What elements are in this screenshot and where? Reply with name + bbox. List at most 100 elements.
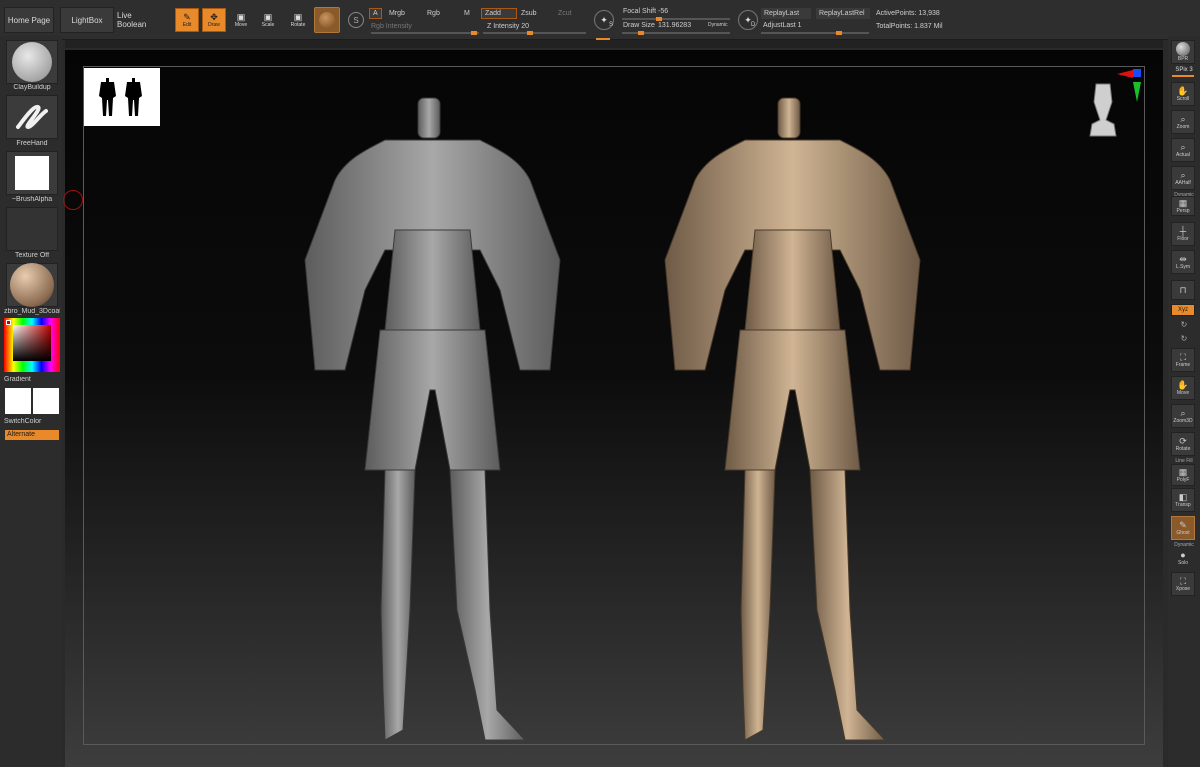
brush-alpha-icon bbox=[15, 156, 49, 190]
zoom-label: Zoom bbox=[1176, 124, 1190, 130]
m-button[interactable]: M bbox=[464, 10, 470, 17]
dynamic-toggle[interactable]: Dynamic bbox=[708, 22, 727, 28]
gizmo-button[interactable]: S bbox=[344, 8, 368, 32]
main-color-swatch[interactable] bbox=[5, 388, 31, 414]
mrgb-button[interactable]: Mrgb bbox=[389, 10, 405, 17]
aahalf-icon: ⌕ bbox=[1180, 170, 1186, 180]
lightbox-button[interactable]: LightBox bbox=[60, 7, 114, 33]
focal-shift-label: Focal Shift -56 bbox=[623, 8, 669, 15]
xyz-button[interactable]: Xyz bbox=[1171, 304, 1195, 316]
move-hand-icon: ✋ bbox=[1177, 380, 1189, 390]
rgb-intensity-label: Rgb Intensity bbox=[371, 23, 412, 30]
xpose-icon: ⛶ bbox=[1179, 576, 1187, 586]
actual-button[interactable]: ⌕ Actual bbox=[1171, 138, 1195, 162]
zsub-button[interactable]: Zsub bbox=[521, 10, 537, 17]
gradient-label: Gradient bbox=[4, 376, 31, 383]
live-boolean-button[interactable]: Live Boolean bbox=[116, 7, 164, 33]
texture-label: Texture Off bbox=[14, 252, 50, 259]
material-sphere-icon bbox=[319, 12, 335, 28]
secondary-color-swatch[interactable] bbox=[33, 388, 59, 414]
frame-icon: ⛶ bbox=[1179, 352, 1187, 362]
bpr-button[interactable]: BPR bbox=[1171, 40, 1195, 64]
brush-thumbnail[interactable] bbox=[6, 40, 58, 84]
right-shelf: BPR SPix 3 ✋ Scroll ⌕ Zoom ⌕ Actual ⌕ AAHalf… bbox=[1168, 36, 1200, 767]
focal-shift-slider[interactable] bbox=[622, 17, 730, 21]
draw-icon: ✥ bbox=[210, 11, 218, 22]
color-picker-square[interactable] bbox=[13, 325, 51, 361]
polyf-button[interactable]: ▦ PolyF bbox=[1171, 464, 1195, 486]
transp-button[interactable]: ◧ Transp bbox=[1171, 488, 1195, 512]
alpha-thumbnail[interactable] bbox=[6, 151, 58, 195]
rotate-axis-icon-2[interactable]: ↻ bbox=[1170, 334, 1198, 343]
adjust-last-label: AdjustLast 1 bbox=[763, 22, 802, 29]
rgb-intensity-slider[interactable] bbox=[371, 31, 479, 35]
top-toolbar: Home Page LightBox Live Boolean ✎ Edit ✥… bbox=[0, 0, 1200, 42]
canvas-top-strip bbox=[65, 40, 1163, 48]
canvas-frame bbox=[83, 66, 1145, 745]
total-points-readout: TotalPoints: 1.837 Mil bbox=[876, 23, 943, 30]
scroll-button[interactable]: ✋ Scroll bbox=[1171, 82, 1195, 106]
bpr-sphere-icon bbox=[1176, 42, 1190, 56]
lsym-button[interactable]: ⇹ L.Sym bbox=[1171, 250, 1195, 274]
aahalf-label: AAHalf bbox=[1175, 180, 1191, 186]
draw-button[interactable]: ✥ Draw bbox=[202, 8, 226, 32]
material-label: zbro_Mud_3Dcoat bbox=[4, 308, 60, 315]
xpose-button[interactable]: ⛶ Xpose bbox=[1171, 572, 1195, 596]
rgb-button[interactable]: Rgb bbox=[427, 10, 440, 17]
material-thumbnail[interactable] bbox=[6, 263, 58, 307]
color-picker-marker bbox=[6, 320, 11, 325]
spix-label[interactable]: SPix 3 bbox=[1170, 67, 1198, 73]
replay-last-button[interactable]: ReplayLast bbox=[761, 8, 811, 19]
solo-icon: ● bbox=[1180, 550, 1186, 560]
rotate-label: Rotate bbox=[1175, 446, 1191, 452]
axis-gizmo-icon[interactable] bbox=[1117, 68, 1143, 108]
draw-size-slider[interactable] bbox=[622, 31, 730, 35]
move-icon: ▣ bbox=[236, 11, 246, 22]
edit-button[interactable]: ✎ Edit bbox=[175, 8, 199, 32]
rotate-view-button[interactable]: ⟳ Rotate bbox=[1171, 432, 1195, 456]
a-toggle[interactable]: A bbox=[369, 8, 382, 19]
actual-icon: ⌕ bbox=[1180, 142, 1186, 152]
home-page-button[interactable]: Home Page bbox=[4, 7, 54, 33]
rotate-button[interactable]: ▣ Rotate bbox=[286, 8, 310, 32]
rotate-axis-icon-1[interactable]: ↻ bbox=[1170, 320, 1198, 329]
persp-button[interactable]: ▦ Persp bbox=[1171, 196, 1195, 216]
floor-button[interactable]: ┼ Floor bbox=[1171, 222, 1195, 246]
move-view-button[interactable]: ✋ Move bbox=[1171, 376, 1195, 400]
zadd-button[interactable]: Zadd bbox=[481, 8, 517, 19]
orientation-head-gizmo[interactable] bbox=[1088, 80, 1118, 138]
frame-button[interactable]: ⛶ Frame bbox=[1171, 348, 1195, 372]
adjust-last-slider[interactable] bbox=[761, 31, 869, 35]
alternate-button[interactable]: Alternate bbox=[5, 430, 59, 440]
scale-icon: ▣ bbox=[263, 11, 273, 22]
aahalf-button[interactable]: ⌕ AAHalf bbox=[1171, 166, 1195, 190]
material-sphere-button[interactable] bbox=[314, 7, 340, 33]
spix-slider[interactable] bbox=[1172, 75, 1194, 77]
clay-sculpt-model[interactable] bbox=[645, 90, 945, 750]
scale-button[interactable]: ▣ Scale bbox=[256, 8, 280, 32]
zoom3d-button[interactable]: ⌕ Zoom3D bbox=[1171, 404, 1195, 428]
zoom-button[interactable]: ⌕ Zoom bbox=[1171, 110, 1195, 134]
stroke-label: FreeHand bbox=[16, 140, 48, 147]
move-label: Move bbox=[1176, 390, 1190, 396]
texture-thumbnail[interactable] bbox=[6, 207, 58, 251]
active-points-readout: ActivePoints: 13,938 bbox=[876, 10, 940, 17]
claybuildup-brush-icon bbox=[12, 42, 52, 82]
s-label: S bbox=[609, 22, 614, 28]
zoom3d-icon: ⌕ bbox=[1180, 408, 1186, 418]
xpose-label: Xpose bbox=[1175, 586, 1191, 592]
zcut-button[interactable]: Zcut bbox=[558, 10, 572, 17]
z-intensity-slider[interactable] bbox=[483, 31, 586, 35]
solo-button[interactable]: ● Solo bbox=[1171, 548, 1195, 568]
move-button[interactable]: ▣ Move bbox=[229, 8, 253, 32]
document-viewport[interactable] bbox=[63, 50, 1163, 767]
switch-color-label[interactable]: SwitchColor bbox=[4, 418, 60, 425]
lock-button[interactable]: ⊓ bbox=[1171, 280, 1195, 300]
stroke-thumbnail[interactable] bbox=[6, 95, 58, 139]
floor-label: Floor bbox=[1177, 236, 1189, 242]
ghost-icon: ✎ bbox=[1179, 520, 1187, 530]
ghost-button[interactable]: ✎ Ghost bbox=[1171, 516, 1195, 540]
color-picker[interactable] bbox=[4, 318, 60, 372]
replay-last-rel-button[interactable]: ReplayLastRel bbox=[816, 8, 870, 19]
gray-sculpt-model[interactable] bbox=[285, 90, 585, 750]
